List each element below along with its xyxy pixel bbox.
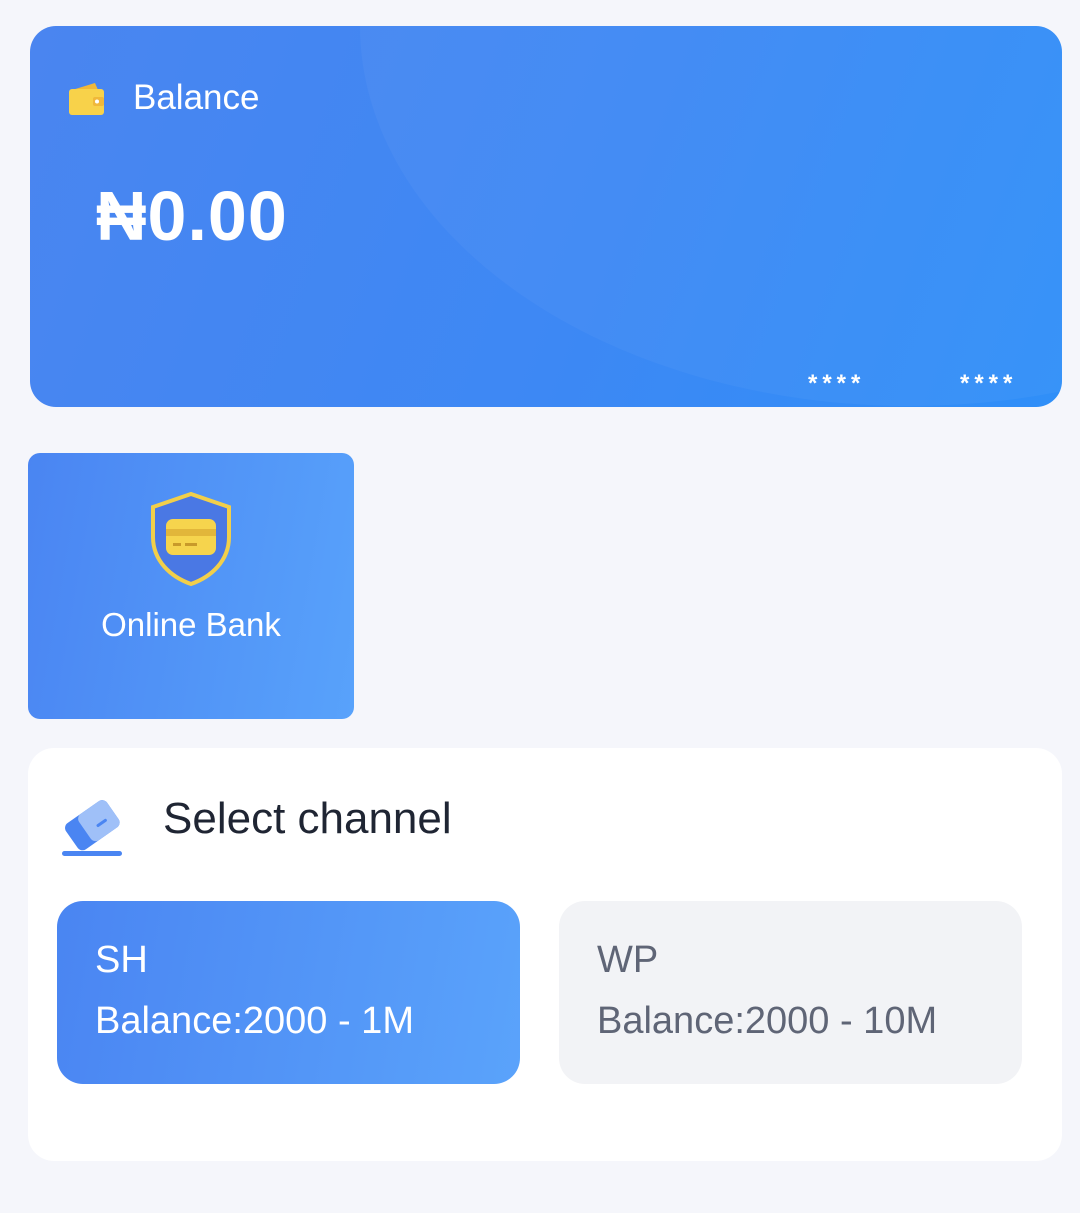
wallet-icon bbox=[69, 83, 104, 115]
channel-title: Select channel bbox=[163, 794, 452, 843]
channel-option-wp[interactable]: WP Balance:2000 - 10M bbox=[559, 901, 1022, 1084]
channel-option-sh[interactable]: SH Balance:2000 - 1M bbox=[57, 901, 520, 1084]
shield-card-icon bbox=[151, 491, 231, 587]
balance-card: Balance ₦0.00 **** **** bbox=[30, 26, 1062, 407]
channel-balance-range: Balance:2000 - 1M bbox=[95, 1000, 414, 1042]
channel-balance-range: Balance:2000 - 10M bbox=[597, 1000, 938, 1042]
masked-digits: **** bbox=[960, 370, 1018, 397]
balance-label: Balance bbox=[133, 78, 260, 117]
channel-name: SH bbox=[95, 939, 148, 981]
card-icon bbox=[62, 800, 122, 856]
channel-name: WP bbox=[597, 939, 659, 981]
masked-digits: **** bbox=[808, 370, 866, 397]
online-bank-button[interactable]: Online Bank bbox=[28, 453, 354, 719]
online-bank-label: Online Bank bbox=[101, 606, 281, 643]
recharge-page: Balance ₦0.00 **** **** Online Bank Sele… bbox=[0, 0, 1080, 1213]
channel-panel: Select channel SH Balance:2000 - 1M WP B… bbox=[28, 748, 1062, 1161]
balance-amount: ₦0.00 bbox=[96, 177, 288, 255]
balance-header: Balance bbox=[67, 78, 259, 118]
